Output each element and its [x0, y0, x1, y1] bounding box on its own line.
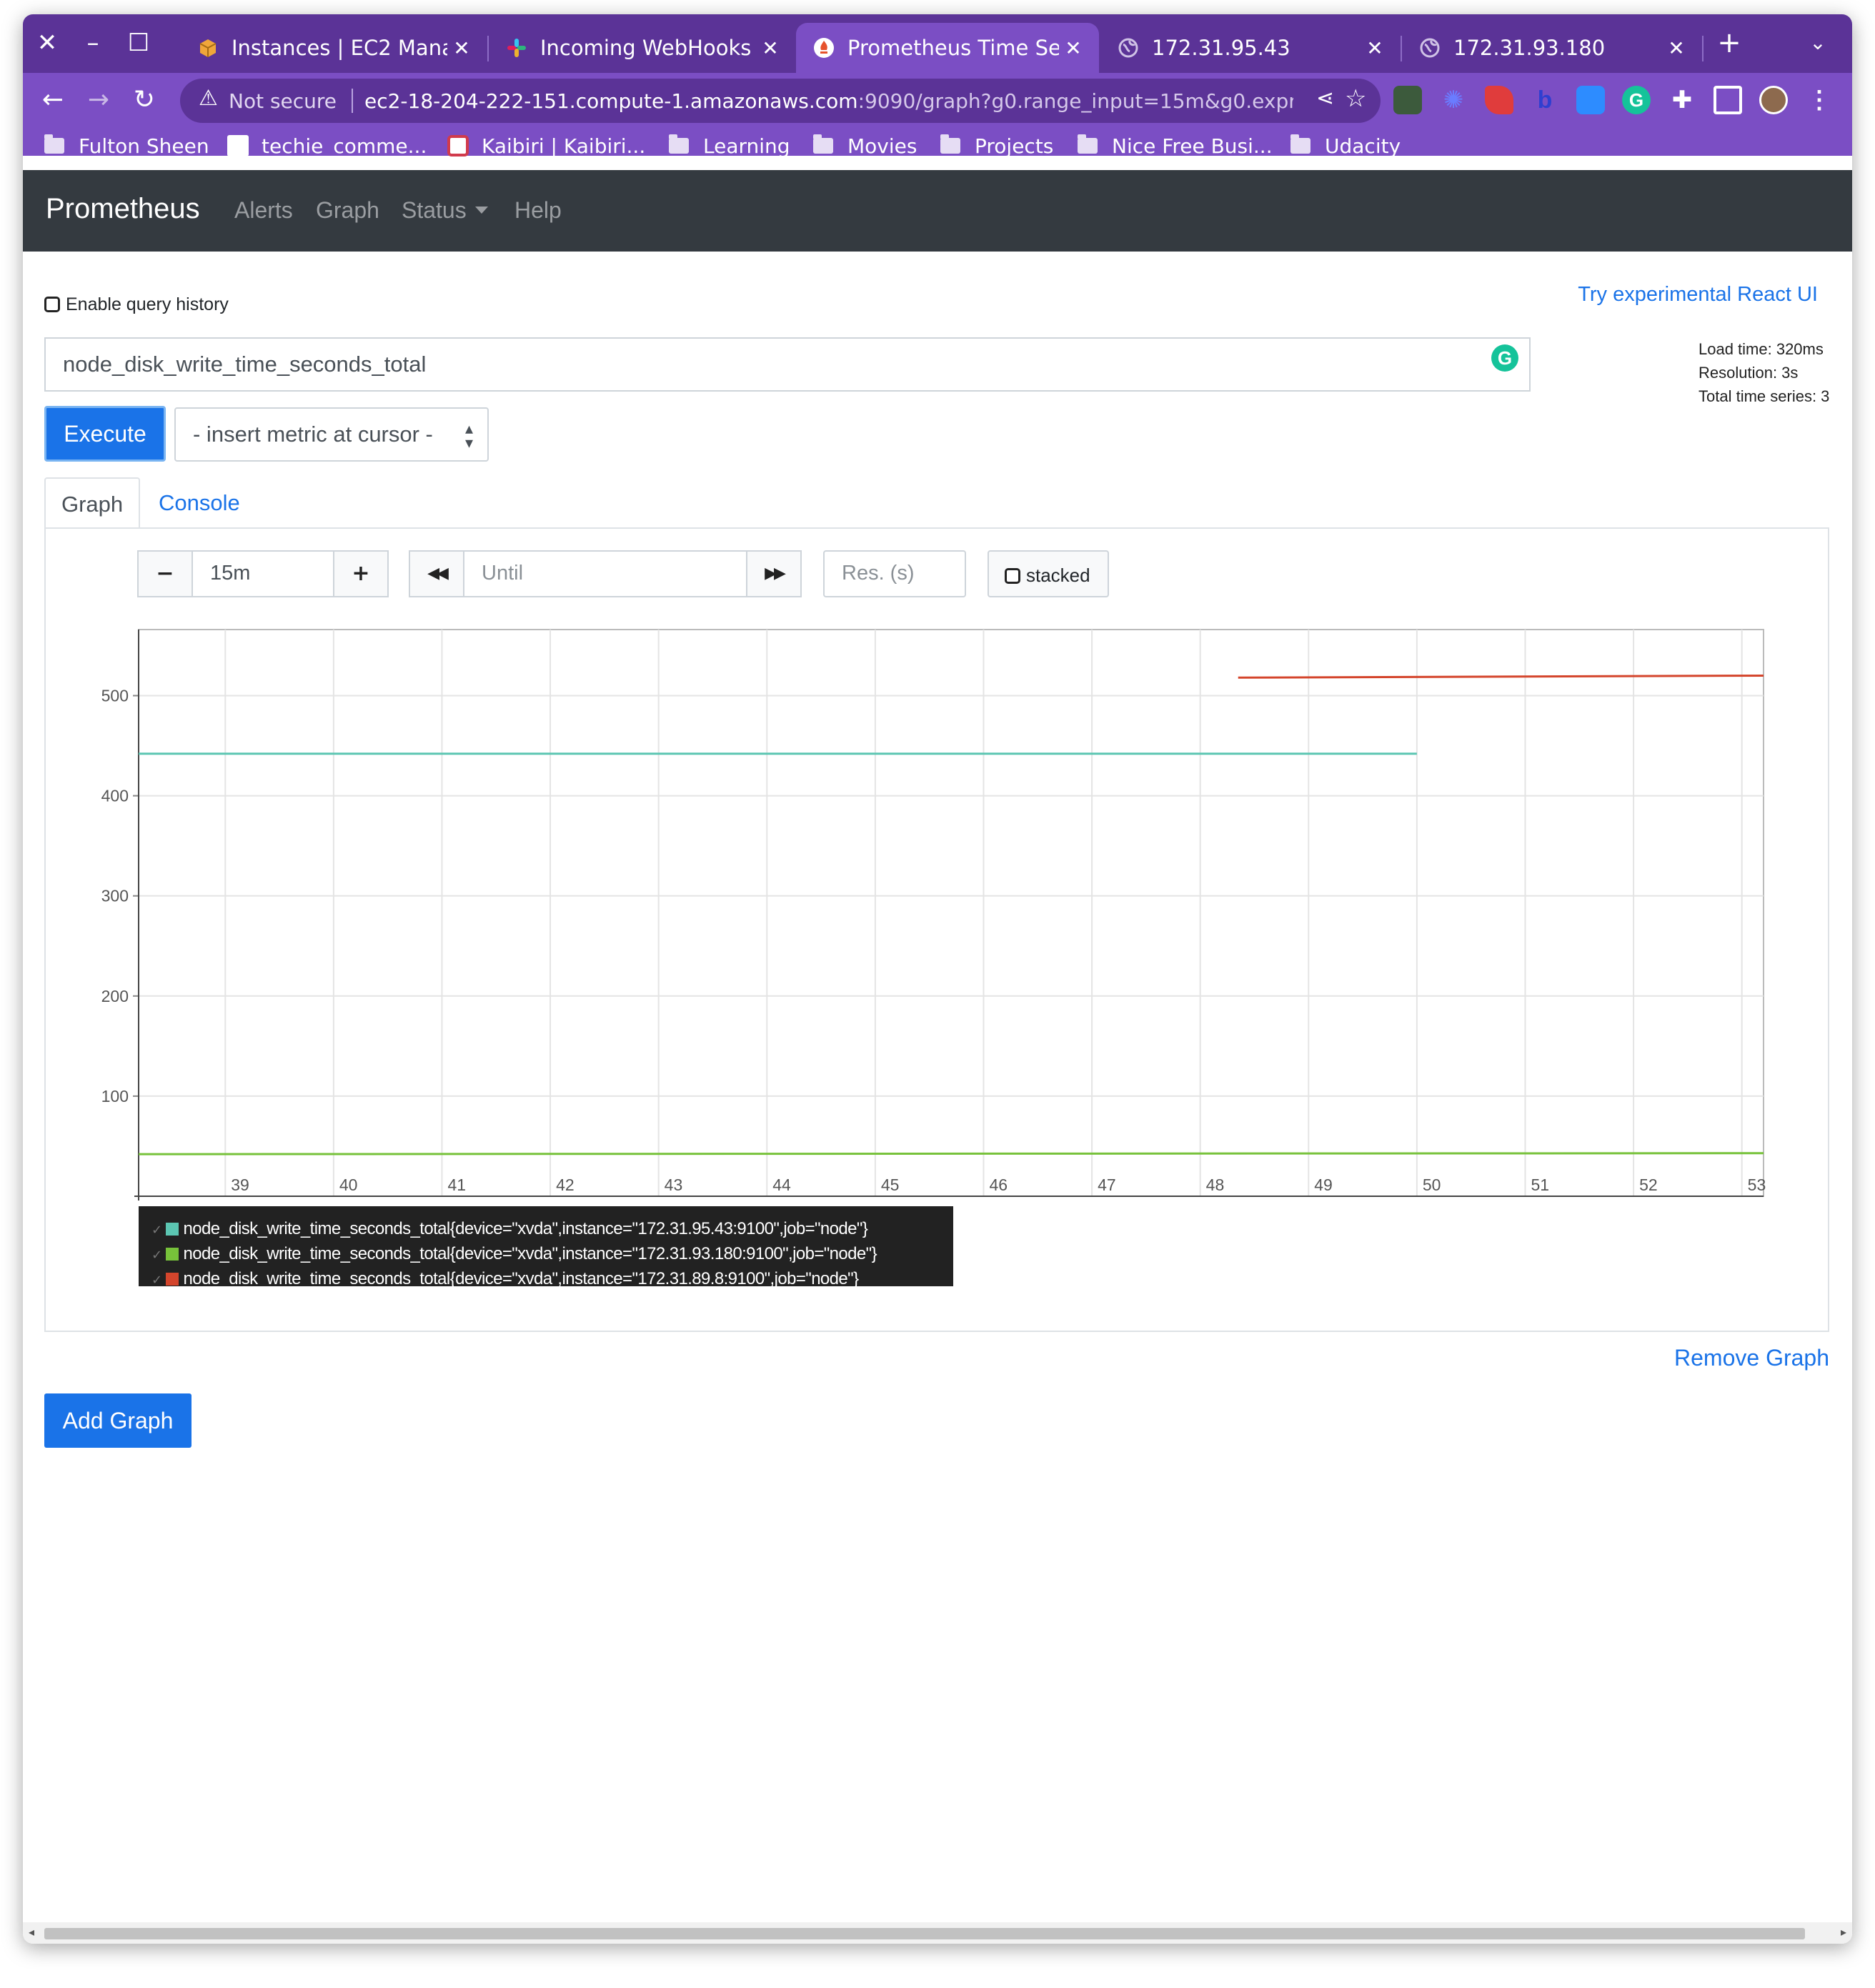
- x-tick-label: 43: [665, 1176, 683, 1194]
- x-tick-label: 44: [772, 1176, 791, 1194]
- x-tick-label: 42: [556, 1176, 575, 1194]
- series-line-1: [138, 1152, 1764, 1155]
- browser-window: ✕ – ☐ Instances | EC2 Manag ✕ Incoming W…: [23, 14, 1852, 1944]
- x-tick-label: 51: [1531, 1176, 1549, 1194]
- legend-item[interactable]: ✓ node_disk_write_time_seconds_total{devi…: [151, 1241, 953, 1266]
- x-tick-label: 53: [1748, 1176, 1766, 1194]
- legend-item[interactable]: ✓ node_disk_write_time_seconds_total{devi…: [151, 1216, 953, 1241]
- x-tick-label: 46: [989, 1176, 1008, 1194]
- x-tick-label: 45: [881, 1176, 900, 1194]
- x-tick-label: 41: [447, 1176, 466, 1194]
- y-tick-label: 500: [101, 686, 129, 705]
- remove-graph-link[interactable]: Remove Graph: [1674, 1345, 1829, 1371]
- legend-label: node_disk_write_time_seconds_total{devic…: [183, 1244, 877, 1263]
- x-tick-label: 47: [1098, 1176, 1116, 1194]
- legend-swatch: [166, 1248, 179, 1261]
- x-tick-label: 50: [1423, 1176, 1441, 1194]
- y-tick-label: 200: [101, 987, 129, 1005]
- y-tick-label: 300: [101, 887, 129, 905]
- legend-item[interactable]: ✓ node_disk_write_time_seconds_total{devi…: [151, 1266, 953, 1291]
- horizontal-scrollbar[interactable]: ◂ ▸: [23, 1922, 1852, 1944]
- x-tick-label: 39: [231, 1176, 249, 1194]
- graph-legend: ✓ node_disk_write_time_seconds_total{devi…: [139, 1206, 953, 1288]
- legend-swatch: [166, 1223, 179, 1236]
- check-icon: ✓: [151, 1248, 162, 1263]
- legend-label: node_disk_write_time_seconds_total{devic…: [183, 1269, 859, 1288]
- graph-chart: 100 200 300 400 500 39 40 41 42 43 44 45 46 47 48 49 50 5…: [101, 629, 1766, 1201]
- legend-label: node_disk_write_time_seconds_total{devic…: [183, 1219, 868, 1238]
- x-tick-label: 40: [339, 1176, 358, 1194]
- plot-area: [138, 629, 1764, 1197]
- y-tick-label: 100: [101, 1087, 129, 1105]
- legend-swatch: [166, 1273, 179, 1286]
- scroll-right-icon[interactable]: ▸: [1841, 1925, 1846, 1939]
- x-tick-label: 52: [1639, 1176, 1658, 1194]
- x-tick-label: 48: [1206, 1176, 1225, 1194]
- check-icon: ✓: [151, 1273, 162, 1288]
- y-tick-label: 400: [101, 787, 129, 805]
- scroll-left-icon[interactable]: ◂: [29, 1925, 34, 1939]
- scrollbar-thumb[interactable]: [44, 1928, 1805, 1939]
- add-graph-button[interactable]: Add Graph: [44, 1393, 192, 1448]
- x-tick-label: 49: [1314, 1176, 1333, 1194]
- check-icon: ✓: [151, 1223, 162, 1238]
